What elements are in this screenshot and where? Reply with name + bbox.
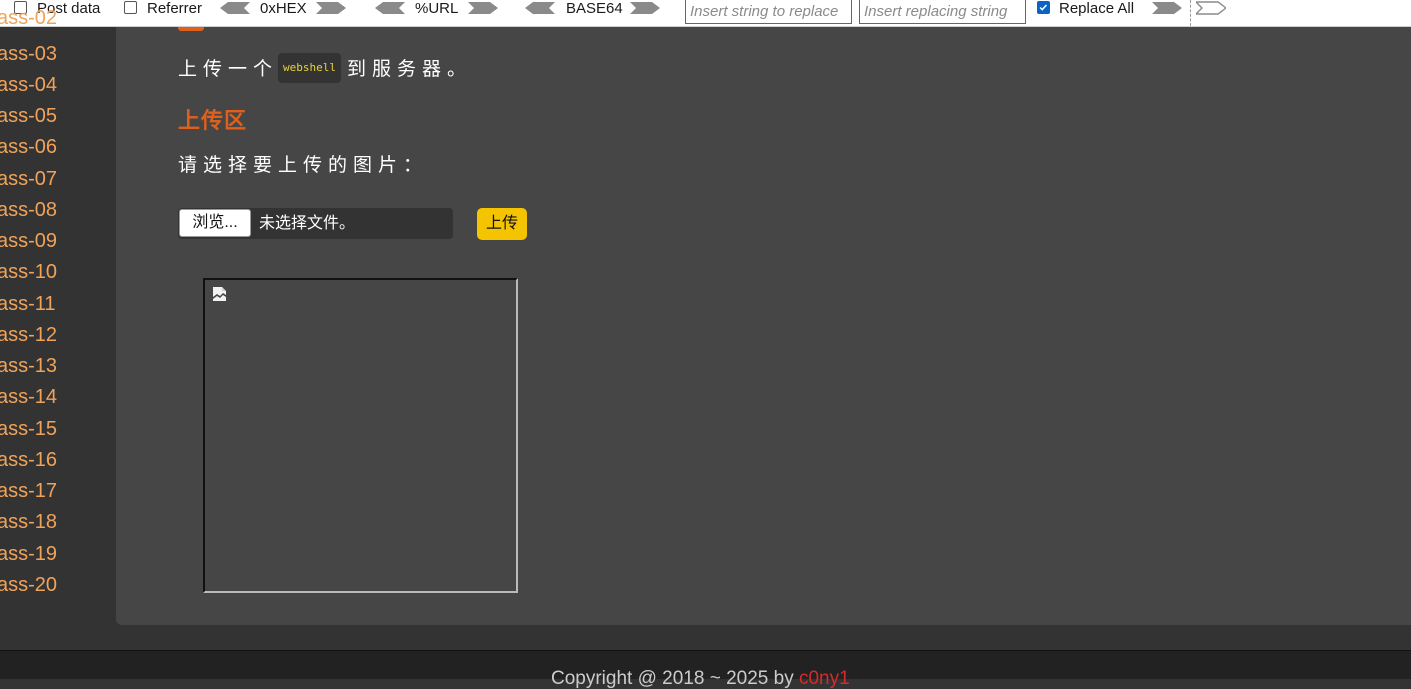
broken-image-icon — [213, 287, 226, 301]
sidebar-item-pass-11[interactable]: ass-11 — [0, 293, 56, 315]
sidebar-item-pass-08[interactable]: ass-08 — [0, 199, 57, 221]
hex-encode-arrow-icon[interactable] — [316, 0, 346, 16]
sidebar-item-pass-09[interactable]: ass-09 — [0, 230, 57, 252]
file-status-text: 未选择文件。 — [259, 215, 356, 232]
upload-button[interactable]: 上传 — [477, 208, 527, 240]
sidebar-item-pass-07[interactable]: ass-07 — [0, 168, 57, 190]
sidebar-item-pass-20[interactable]: ass-20 — [0, 574, 57, 596]
sidebar-item-pass-19[interactable]: ass-19 — [0, 543, 57, 565]
replace-all-checkbox[interactable] — [1037, 1, 1050, 14]
sidebar-item-pass-13[interactable]: ass-13 — [0, 355, 57, 377]
base64-encode-arrow-icon[interactable] — [630, 0, 660, 16]
browse-button[interactable]: 浏览... — [179, 209, 251, 237]
replace-run-arrow-icon[interactable] — [1152, 0, 1182, 16]
referrer-checkbox[interactable] — [124, 1, 137, 14]
replace-all-label[interactable]: Replace All — [1059, 0, 1134, 18]
webshell-code: webshell — [278, 53, 341, 83]
toolbar-separator — [1190, 0, 1191, 26]
checkmark-icon — [1039, 4, 1048, 11]
base64-decode-arrow-icon[interactable] — [525, 0, 555, 16]
sidebar-item-pass-10[interactable]: ass-10 — [0, 261, 57, 283]
sidebar-item-pass-03[interactable]: ass-03 — [0, 43, 57, 65]
url-encode-arrow-icon[interactable] — [468, 0, 498, 16]
task-description: 上传一个 webshell 到服务器。 — [178, 53, 473, 85]
sidebar-item-pass-05[interactable]: ass-05 — [0, 105, 57, 127]
base64-label: BASE64 — [566, 0, 623, 17]
copyright-label: Copyright @ 2018 ~ 2025 by — [551, 668, 799, 689]
upload-section-title: 上传区 — [178, 108, 248, 133]
hackbar-toolbar: Post data Referrer 0xHEX %URL BASE64 Rep… — [0, 0, 1411, 27]
sidebar-item-pass-04[interactable]: ass-04 — [0, 74, 57, 96]
select-image-prompt: 请选择要上传的图片： — [178, 155, 429, 176]
execute-arrow-icon[interactable] — [1196, 0, 1226, 16]
sidebar-item-pass-06[interactable]: ass-06 — [0, 136, 57, 158]
sidebar-item-pass-02[interactable]: ass-02 — [0, 7, 57, 29]
author-link[interactable]: c0ny1 — [799, 668, 850, 689]
sidebar-item-pass-16[interactable]: ass-16 — [0, 449, 57, 471]
file-input[interactable]: 浏览... 未选择文件。 — [178, 208, 453, 239]
replace-string-input[interactable] — [685, 0, 852, 24]
sidebar-item-pass-18[interactable]: ass-18 — [0, 511, 57, 533]
sidebar-item-pass-15[interactable]: ass-15 — [0, 418, 57, 440]
sidebar-item-pass-12[interactable]: ass-12 — [0, 324, 57, 346]
url-decode-arrow-icon[interactable] — [375, 0, 405, 16]
image-preview — [203, 278, 518, 593]
replacing-string-input[interactable] — [859, 0, 1026, 24]
cut-off-heading — [178, 27, 218, 33]
description-before: 上传一个 — [178, 59, 279, 81]
hex-label: 0xHEX — [260, 0, 307, 17]
description-after: 到服务器。 — [347, 59, 473, 81]
referrer-label[interactable]: Referrer — [147, 0, 202, 18]
sidebar-item-pass-14[interactable]: ass-14 — [0, 386, 57, 408]
sidebar-item-pass-17[interactable]: ass-17 — [0, 480, 57, 502]
url-label: %URL — [415, 0, 459, 17]
hex-decode-arrow-icon[interactable] — [220, 0, 250, 16]
copyright-text: Copyright @ 2018 ~ 2025 by c0ny1 — [551, 669, 850, 689]
